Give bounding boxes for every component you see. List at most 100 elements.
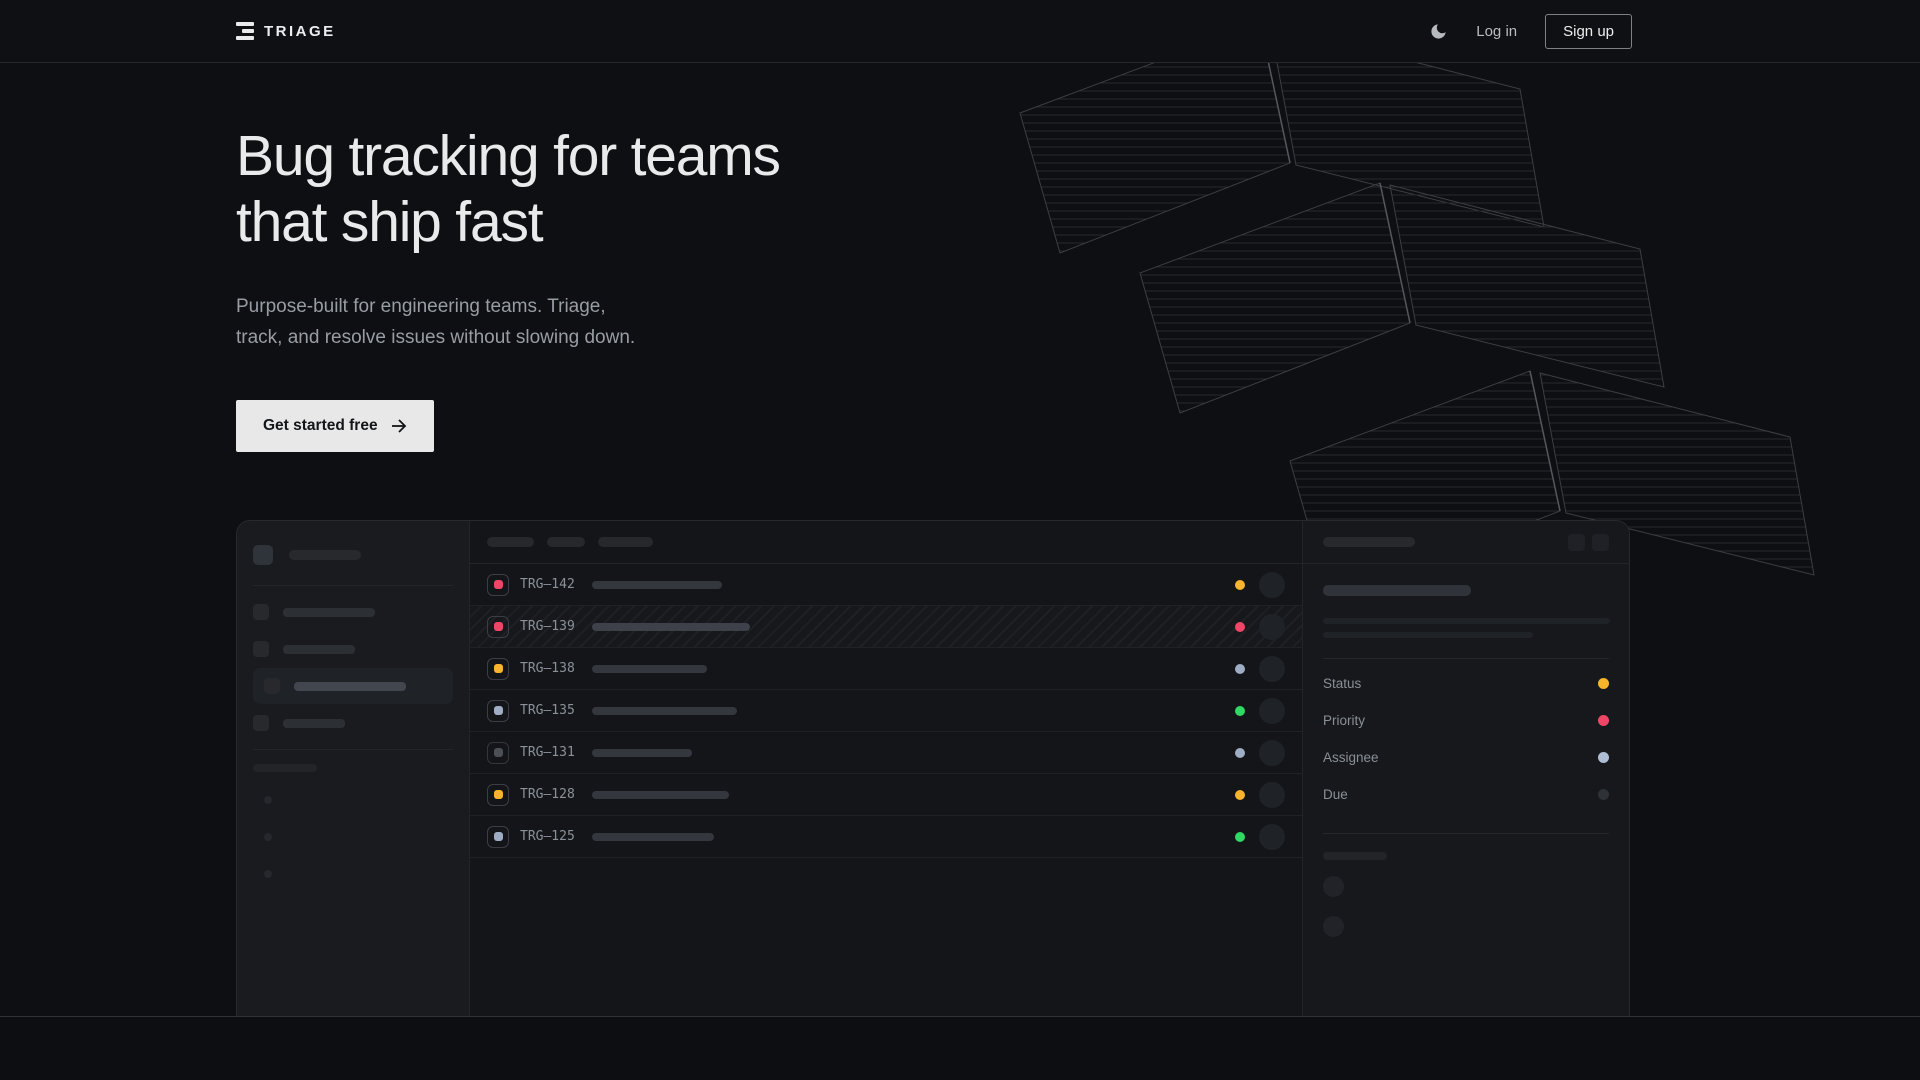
issue-title-skeleton <box>592 707 737 715</box>
dot-placeholder <box>264 796 272 804</box>
top-navbar: TRIAGE Log in Sign up <box>0 0 1920 63</box>
issue-title-skeleton <box>592 833 714 841</box>
skeleton-bar <box>289 550 361 560</box>
detail-panel-body: Status Priority Assignee Due <box>1303 564 1629 958</box>
issue-type-icon <box>487 784 509 806</box>
detail-field-value-dot <box>1598 678 1609 689</box>
issue-row[interactable]: TRG–135 <box>470 690 1302 732</box>
detail-field-value-dot <box>1598 789 1609 800</box>
status-dot <box>1235 832 1245 842</box>
login-link[interactable]: Log in <box>1476 23 1517 40</box>
issue-title-skeleton <box>592 791 729 799</box>
skeleton-title <box>1323 585 1471 596</box>
title-line-1: Bug tracking for teams <box>236 124 780 188</box>
signup-button[interactable]: Sign up <box>1545 14 1632 49</box>
issue-row[interactable]: TRG–125 <box>470 816 1302 858</box>
sidebar-item-dots <box>264 796 469 878</box>
assignee-avatar[interactable] <box>1259 782 1285 808</box>
assignee-avatar[interactable] <box>1259 824 1285 850</box>
sidebar-nav-item[interactable] <box>242 594 464 630</box>
detail-field-value-dot <box>1598 752 1609 763</box>
detail-field-row[interactable]: Assignee <box>1323 739 1609 776</box>
preview-sidebar-header <box>237 521 469 585</box>
nav-icon-placeholder <box>253 641 269 657</box>
issue-row[interactable]: TRG–138 <box>470 648 1302 690</box>
issue-id: TRG–135 <box>520 703 582 718</box>
panel-action-button[interactable] <box>1592 534 1609 551</box>
detail-field-label: Status <box>1323 676 1361 691</box>
issue-type-icon <box>487 616 509 638</box>
detail-field-row[interactable]: Status <box>1323 665 1609 702</box>
issue-id: TRG–138 <box>520 661 582 676</box>
divider <box>1323 833 1609 834</box>
preview-sidebar <box>237 521 470 1016</box>
comment-avatar-placeholder <box>1323 916 1344 937</box>
preview-sidebar-nav <box>237 586 469 749</box>
issue-id: TRG–139 <box>520 619 582 634</box>
divider <box>253 749 453 750</box>
issue-row[interactable]: TRG–142 <box>470 564 1302 606</box>
detail-field-label: Priority <box>1323 713 1365 728</box>
issue-title-skeleton <box>592 749 692 757</box>
issue-id: TRG–128 <box>520 787 582 802</box>
detail-field-label: Assignee <box>1323 750 1379 765</box>
issue-row[interactable]: TRG–131 <box>470 732 1302 774</box>
issue-type-icon <box>487 826 509 848</box>
hero-section: Bug tracking for teams that ship fast Pu… <box>0 63 1920 1016</box>
nav-icon-placeholder <box>253 604 269 620</box>
detail-field-label: Due <box>1323 787 1348 802</box>
issue-detail-panel: Status Priority Assignee Due <box>1302 521 1629 1016</box>
issue-row[interactable]: TRG–139 <box>470 606 1302 648</box>
issue-title-skeleton <box>592 581 722 589</box>
brand-logo[interactable]: TRIAGE <box>236 22 336 40</box>
issue-type-icon <box>487 658 509 680</box>
issue-list-panel: TRG–142 TRG–139 TRG–138 TRG–135 TRG–131 <box>470 521 1302 1016</box>
skeleton-section-label <box>253 764 317 772</box>
issue-title-skeleton <box>592 623 750 631</box>
status-dot <box>1235 706 1245 716</box>
get-started-button[interactable]: Get started free <box>236 400 434 452</box>
detail-field-row[interactable]: Due <box>1323 776 1609 813</box>
issue-type-icon <box>487 574 509 596</box>
title-line-2: that ship fast <box>236 190 542 254</box>
hero-subtitle: Purpose-built for engineering teams. Tri… <box>236 291 656 353</box>
issue-rows-container: TRG–142 TRG–139 TRG–138 TRG–135 TRG–131 <box>470 564 1302 858</box>
workspace-logo-placeholder <box>253 545 273 565</box>
theme-toggle-button[interactable] <box>1428 21 1448 41</box>
dot-placeholder <box>264 833 272 841</box>
divider <box>1323 658 1609 659</box>
assignee-avatar[interactable] <box>1259 614 1285 640</box>
skeleton-bar <box>294 682 406 691</box>
skeleton-tab[interactable] <box>547 537 585 547</box>
detail-panel-header <box>1303 521 1629 564</box>
assignee-avatar[interactable] <box>1259 698 1285 724</box>
dot-placeholder <box>264 870 272 878</box>
app-preview-window: TRG–142 TRG–139 TRG–138 TRG–135 TRG–131 <box>236 520 1630 1016</box>
sidebar-nav-item[interactable] <box>242 705 464 741</box>
skeleton-bar <box>283 719 345 728</box>
panel-action-button[interactable] <box>1568 534 1585 551</box>
brand-name: TRIAGE <box>264 23 336 40</box>
status-dot <box>1235 580 1245 590</box>
detail-field-row[interactable]: Priority <box>1323 702 1609 739</box>
skeleton-line <box>1323 632 1533 638</box>
sidebar-nav-item-active[interactable] <box>253 668 453 704</box>
issue-row[interactable]: TRG–128 <box>470 774 1302 816</box>
assignee-avatar[interactable] <box>1259 656 1285 682</box>
assignee-avatar[interactable] <box>1259 572 1285 598</box>
issue-list-toolbar <box>470 521 1302 564</box>
detail-field-value-dot <box>1598 715 1609 726</box>
status-dot <box>1235 664 1245 674</box>
assignee-avatar[interactable] <box>1259 740 1285 766</box>
detail-fields-container: Status Priority Assignee Due <box>1323 665 1609 813</box>
issue-type-icon <box>487 700 509 722</box>
skeleton-bar <box>1323 537 1415 547</box>
arrow-right-icon <box>391 418 407 434</box>
status-dot <box>1235 790 1245 800</box>
skeleton-tab[interactable] <box>487 537 534 547</box>
issue-id: TRG–142 <box>520 577 582 592</box>
skeleton-tab[interactable] <box>598 537 653 547</box>
moon-icon <box>1429 22 1448 41</box>
sidebar-nav-item[interactable] <box>242 631 464 667</box>
issue-id: TRG–131 <box>520 745 582 760</box>
